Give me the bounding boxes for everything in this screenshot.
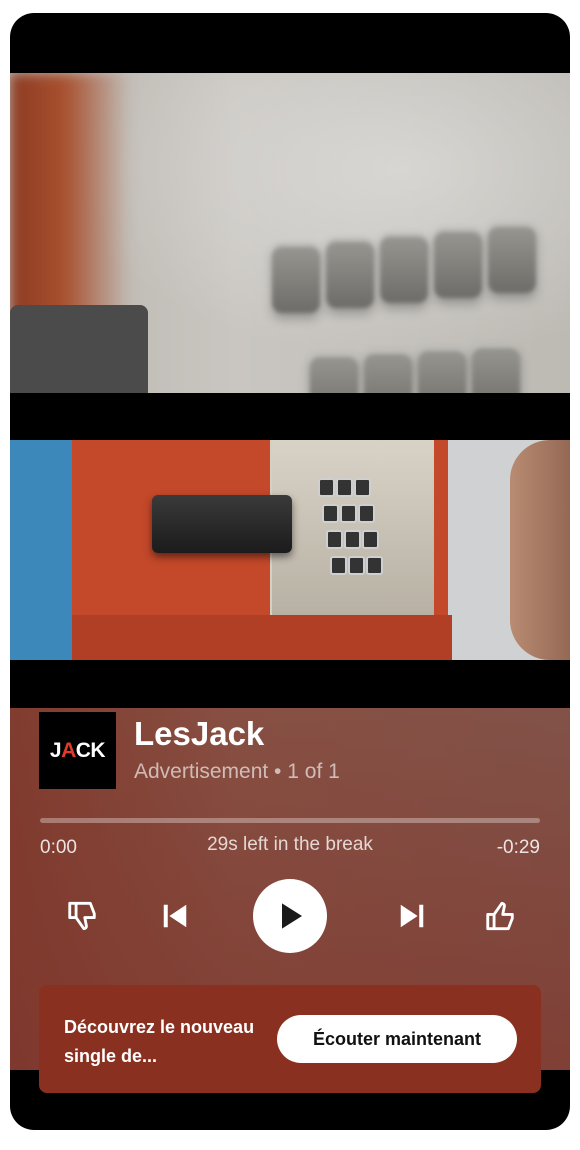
previous-button[interactable]	[151, 892, 199, 940]
play-icon	[282, 903, 302, 929]
listen-now-button[interactable]: Écouter maintenant	[277, 1015, 517, 1063]
remaining-time: -0:29	[496, 837, 540, 858]
break-status: 29s left in the break	[207, 834, 373, 855]
next-button[interactable]	[388, 892, 436, 940]
progress-bar	[40, 818, 540, 823]
ad-subtitle: Advertisement • 1 of 1	[134, 760, 340, 783]
video-frame-top	[10, 73, 570, 393]
dislike-button[interactable]	[60, 892, 108, 940]
play-button[interactable]	[253, 879, 327, 953]
cta-banner[interactable]: Découvrez le nouveau single de... Écoute…	[39, 985, 541, 1093]
skip-next-icon	[400, 904, 424, 928]
cta-text: Découvrez le nouveau single de...	[64, 1017, 255, 1066]
ad-player-card: J A CK LesJack Advertisement • 1 of 1 0:00…	[10, 13, 570, 1130]
ad-title[interactable]: LesJack	[134, 715, 264, 753]
thumbs-down-icon	[68, 901, 96, 931]
like-button[interactable]	[478, 892, 526, 940]
advertiser-logo[interactable]: J A CK	[39, 712, 116, 789]
video-frame-bottom	[10, 440, 570, 660]
skip-previous-icon	[163, 904, 187, 928]
thumbs-up-icon	[486, 901, 514, 931]
